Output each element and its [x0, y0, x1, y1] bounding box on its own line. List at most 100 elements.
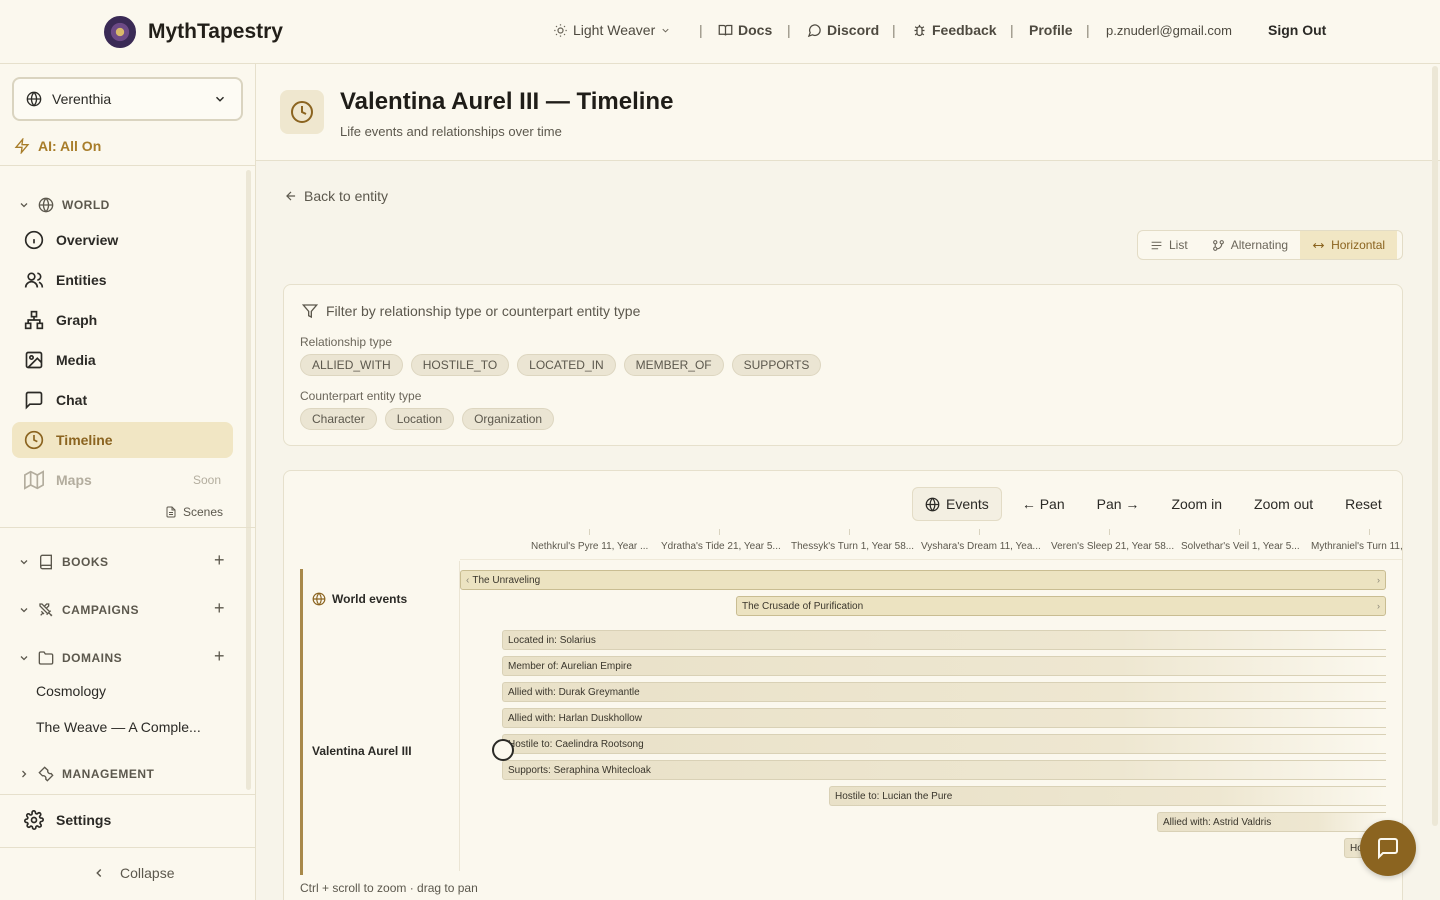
cursor-indicator-icon — [492, 739, 514, 761]
app-logo-icon[interactable] — [104, 16, 136, 48]
collapse-sidebar-button[interactable]: Collapse — [92, 865, 174, 881]
ai-status-label: AI: All On — [38, 138, 102, 154]
gear-icon — [24, 810, 44, 830]
chip-organization[interactable]: Organization — [462, 408, 555, 430]
axis-label: Veren's Sleep 21, Year 58... — [1051, 541, 1175, 552]
feedback-link[interactable]: Feedback — [912, 22, 997, 38]
ai-status-toggle[interactable]: AI: All On — [14, 138, 101, 154]
domain-item-cosmology[interactable]: Cosmology — [36, 683, 106, 699]
relationship-bar[interactable]: Member of: Aurelian Empire — [502, 656, 1386, 676]
timeline-header-icon — [280, 90, 324, 134]
sidebar-item-label: Graph — [56, 312, 98, 328]
relationship-bar[interactable]: Allied with: Durak Greymantle — [502, 682, 1386, 702]
scenes-link[interactable]: Scenes — [165, 505, 223, 519]
view-list-button[interactable]: List — [1138, 231, 1200, 259]
image-icon — [25, 351, 43, 369]
discord-link[interactable]: Discord — [807, 22, 879, 38]
relationship-bar[interactable]: Supports: Seraphina Whitecloak — [502, 760, 1386, 780]
theme-selector[interactable]: Light Weaver — [553, 22, 671, 38]
main-scrollbar[interactable] — [1432, 66, 1438, 826]
add-book-icon[interactable]: + — [214, 550, 225, 571]
view-horizontal-label: Horizontal — [1331, 238, 1386, 252]
chevron-down-icon — [662, 28, 669, 33]
nav-separator: | — [699, 22, 703, 38]
reset-zoom-button[interactable]: Reset — [1329, 487, 1398, 521]
add-domain-icon[interactable]: + — [214, 646, 225, 667]
world-selector[interactable]: Verenthia — [12, 77, 243, 121]
chip-character[interactable]: Character — [300, 408, 377, 430]
git-branch-icon — [1212, 239, 1224, 251]
message-circle-icon — [807, 23, 821, 37]
sidebar-item-entities[interactable]: Entities — [12, 262, 233, 298]
add-campaign-icon[interactable]: + — [214, 598, 225, 619]
relationship-bar[interactable]: Located in: Solarius — [502, 630, 1386, 650]
zoom-in-button[interactable]: Zoom in — [1155, 487, 1238, 521]
world-event-bar[interactable]: The Crusade of Purification › — [736, 596, 1386, 616]
chat-icon — [25, 391, 43, 410]
back-to-entity-link[interactable]: Back to entity — [284, 188, 388, 204]
sign-out-button[interactable]: Sign Out — [1268, 22, 1326, 38]
axis-label: Vyshara's Dream 11, Yea... — [921, 541, 1041, 552]
message-square-icon — [1378, 838, 1398, 860]
info-icon — [24, 230, 44, 250]
sidebar-item-label: Timeline — [56, 432, 113, 448]
arrow-left-icon — [286, 191, 296, 201]
sidebar-scrollbar[interactable] — [246, 170, 251, 790]
pan-right-button[interactable]: Pan → — [1081, 487, 1156, 521]
divider — [0, 165, 255, 166]
sidebar-item-overview[interactable]: Overview — [12, 222, 233, 258]
events-toggle-button[interactable]: Events — [912, 487, 1002, 521]
relationship-bar[interactable]: Allied with: Harlan Duskhollow — [502, 708, 1386, 728]
section-management-label: MANAGEMENT — [62, 767, 155, 781]
zap-icon — [14, 138, 30, 154]
view-list-label: List — [1169, 238, 1188, 252]
section-world[interactable]: WORLD — [18, 197, 110, 213]
settings-link[interactable]: Settings — [24, 810, 111, 830]
chip-hostile-to[interactable]: HOSTILE_TO — [410, 354, 510, 376]
chip-located-in[interactable]: LOCATED_IN — [517, 354, 616, 376]
sidebar-item-label: Overview — [56, 232, 119, 248]
relationship-bar[interactable]: Hostile to: Lucian the Pure — [829, 786, 1386, 806]
filter-icon — [302, 304, 318, 319]
sidebar-item-timeline[interactable]: Timeline — [12, 422, 233, 458]
axis-label: Solvethar's Veil 1, Year 5... — [1181, 541, 1300, 552]
view-alternating-button[interactable]: Alternating — [1200, 231, 1300, 259]
chip-location[interactable]: Location — [384, 408, 455, 430]
bug-icon — [914, 24, 925, 36]
chip-member-of[interactable]: MEMBER_OF — [623, 354, 724, 376]
filter-panel: Filter by relationship type or counterpa… — [283, 284, 1403, 446]
chip-allied-with[interactable]: ALLIED_WITH — [300, 354, 403, 376]
timeline-panel[interactable]: Events ← Pan Pan → Zoom in Zoom out Rese… — [283, 470, 1403, 900]
file-text-icon — [166, 506, 176, 518]
sidebar-item-label: Chat — [56, 392, 88, 408]
truncated-end-marker: › — [1377, 575, 1380, 585]
chat-fab-button[interactable] — [1360, 820, 1416, 876]
docs-link[interactable]: Docs — [718, 22, 772, 38]
pan-left-button[interactable]: ← Pan — [1006, 487, 1081, 521]
section-books[interactable]: BOOKS + — [18, 550, 225, 570]
divider — [0, 794, 255, 795]
settings-label: Settings — [56, 812, 112, 828]
domain-item-the-weave[interactable]: The Weave — A Comple... — [36, 719, 201, 735]
chevron-down-icon — [20, 608, 28, 613]
sidebar-item-chat[interactable]: Chat — [12, 382, 233, 418]
app-name[interactable]: MythTapestry — [148, 20, 283, 44]
world-events-lane-label: World events — [312, 592, 407, 606]
sidebar: Verenthia AI: All On WORLD Overview Enti… — [0, 64, 256, 900]
chip-supports[interactable]: SUPPORTS — [731, 354, 822, 376]
section-world-label: WORLD — [62, 198, 110, 212]
zoom-out-button[interactable]: Zoom out — [1238, 487, 1329, 521]
section-management[interactable]: MANAGEMENT — [18, 766, 154, 782]
arrows-horizontal-icon — [1312, 242, 1325, 248]
axis-tick — [719, 529, 720, 535]
chevron-down-icon — [20, 203, 28, 208]
world-event-bar[interactable]: ‹ The Unraveling › — [460, 570, 1386, 590]
view-horizontal-button[interactable]: Horizontal — [1300, 231, 1398, 259]
relationship-bar[interactable]: Hostile to: Caelindra Rootsong — [502, 734, 1386, 754]
relationship-bar[interactable]: Allied with: Astrid Valdris — [1157, 812, 1386, 832]
sidebar-item-graph[interactable]: Graph — [12, 302, 233, 338]
sidebar-item-media[interactable]: Media — [12, 342, 233, 378]
section-domains[interactable]: DOMAINS + — [18, 646, 225, 666]
section-campaigns[interactable]: CAMPAIGNS + — [18, 598, 225, 618]
profile-link[interactable]: Profile — [1029, 22, 1073, 38]
